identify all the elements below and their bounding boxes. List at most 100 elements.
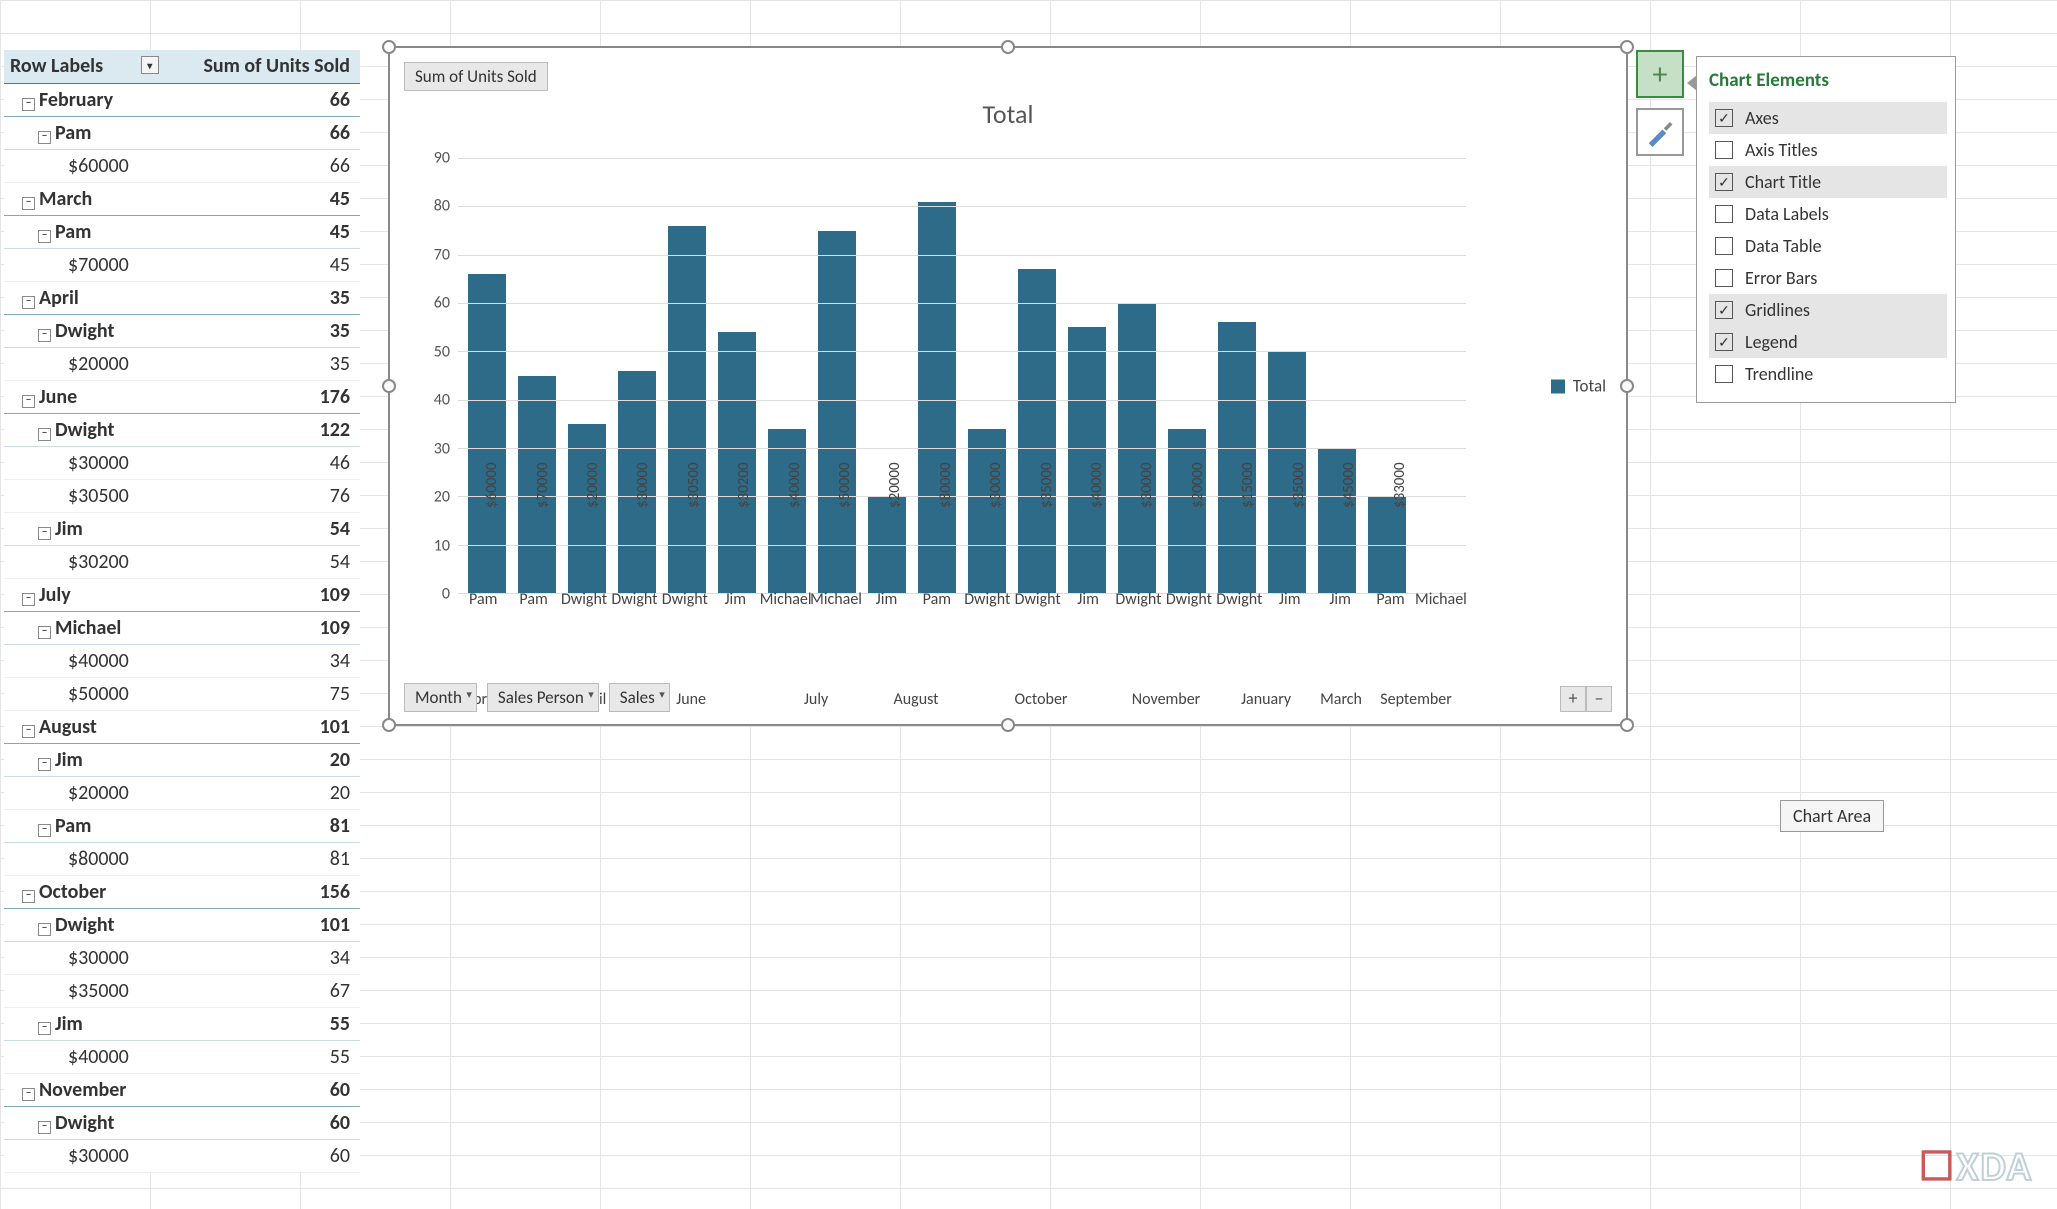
resize-handle[interactable] bbox=[1620, 718, 1634, 732]
collapse-icon[interactable]: – bbox=[22, 1088, 35, 1101]
pivot-row[interactable]: $4000034 bbox=[4, 644, 360, 677]
checkbox-icon[interactable] bbox=[1715, 237, 1733, 255]
collapse-icon[interactable]: – bbox=[22, 296, 35, 309]
pivot-row[interactable]: –November60 bbox=[4, 1073, 360, 1106]
pivot-row[interactable]: –October156 bbox=[4, 875, 360, 908]
pivot-label[interactable]: –Dwight bbox=[4, 1106, 163, 1139]
pivot-row[interactable]: –Dwight35 bbox=[4, 314, 360, 347]
pivot-row[interactable]: $3020054 bbox=[4, 545, 360, 578]
pivot-row[interactable]: –Jim20 bbox=[4, 743, 360, 776]
pivot-label[interactable]: –Jim bbox=[4, 512, 163, 545]
pivot-label[interactable]: –August bbox=[4, 710, 163, 743]
expand-button[interactable]: + bbox=[1560, 686, 1586, 712]
checkbox-icon[interactable] bbox=[1715, 141, 1733, 159]
chart-bar[interactable] bbox=[968, 429, 1006, 593]
pivot-row[interactable]: –Pam45 bbox=[4, 215, 360, 248]
pivot-label[interactable]: $40000 bbox=[4, 1040, 163, 1073]
pivot-chart[interactable]: Sum of Units Sold Total 0102030405060708… bbox=[388, 46, 1628, 726]
chart-bar[interactable] bbox=[1068, 327, 1106, 593]
resize-handle[interactable] bbox=[1001, 718, 1015, 732]
checkbox-icon[interactable]: ✓ bbox=[1715, 109, 1733, 127]
pivot-row[interactable]: –Michael109 bbox=[4, 611, 360, 644]
pivot-label[interactable]: $20000 bbox=[4, 347, 163, 380]
collapse-icon[interactable]: – bbox=[38, 428, 51, 441]
chart-element-option-chart-title[interactable]: ✓Chart Title bbox=[1709, 166, 1947, 198]
resize-handle[interactable] bbox=[382, 379, 396, 393]
resize-handle[interactable] bbox=[382, 718, 396, 732]
collapse-icon[interactable]: – bbox=[22, 395, 35, 408]
checkbox-icon[interactable]: ✓ bbox=[1715, 301, 1733, 319]
pivot-row[interactable]: –Jim55 bbox=[4, 1007, 360, 1040]
resize-handle[interactable] bbox=[382, 40, 396, 54]
collapse-icon[interactable]: – bbox=[38, 527, 51, 540]
pivot-row[interactable]: $3000034 bbox=[4, 941, 360, 974]
pivot-row[interactable]: $2000035 bbox=[4, 347, 360, 380]
pivot-row[interactable]: –Dwight122 bbox=[4, 413, 360, 446]
checkbox-icon[interactable] bbox=[1715, 205, 1733, 223]
pivot-label[interactable]: $70000 bbox=[4, 248, 163, 281]
field-button-month[interactable]: Month bbox=[404, 683, 477, 712]
pivot-label[interactable]: $20000 bbox=[4, 776, 163, 809]
chart-element-option-axis-titles[interactable]: Axis Titles bbox=[1709, 134, 1947, 166]
collapse-icon[interactable]: – bbox=[22, 98, 35, 111]
pivot-label[interactable]: –Michael bbox=[4, 611, 163, 644]
chart-element-option-gridlines[interactable]: ✓Gridlines bbox=[1709, 294, 1947, 326]
checkbox-icon[interactable] bbox=[1715, 365, 1733, 383]
dropdown-icon[interactable]: ▾ bbox=[141, 56, 159, 74]
chart-element-option-legend[interactable]: ✓Legend bbox=[1709, 326, 1947, 358]
collapse-icon[interactable]: – bbox=[38, 1022, 51, 1035]
collapse-icon[interactable]: – bbox=[38, 758, 51, 771]
pivot-label[interactable]: $30000 bbox=[4, 1139, 163, 1172]
pivot-row[interactable]: $6000066 bbox=[4, 149, 360, 182]
pivot-row[interactable]: $3000060 bbox=[4, 1139, 360, 1172]
plot-area[interactable]: 0102030405060708090 bbox=[410, 158, 1466, 594]
pivot-label[interactable]: –October bbox=[4, 875, 163, 908]
collapse-icon[interactable]: – bbox=[22, 890, 35, 903]
field-button-sales-person[interactable]: Sales Person bbox=[487, 683, 599, 712]
chart-element-option-axes[interactable]: ✓Axes bbox=[1709, 102, 1947, 134]
checkbox-icon[interactable]: ✓ bbox=[1715, 173, 1733, 191]
pivot-label[interactable]: $30000 bbox=[4, 941, 163, 974]
pivot-label[interactable]: –February bbox=[4, 83, 163, 116]
pivot-label[interactable]: $60000 bbox=[4, 149, 163, 182]
pivot-row[interactable]: –April35 bbox=[4, 281, 360, 314]
collapse-icon[interactable]: – bbox=[22, 593, 35, 606]
pivot-row[interactable]: –Dwight101 bbox=[4, 908, 360, 941]
pivot-label[interactable]: –Dwight bbox=[4, 413, 163, 446]
collapse-icon[interactable]: – bbox=[38, 1121, 51, 1134]
chart-title[interactable]: Total bbox=[390, 98, 1626, 130]
chart-styles-button[interactable] bbox=[1636, 108, 1684, 156]
pivot-header-rowlabels[interactable]: Row Labels ▾ bbox=[4, 50, 163, 83]
chart-bar[interactable] bbox=[668, 226, 706, 593]
pivot-row[interactable]: $3000046 bbox=[4, 446, 360, 479]
pivot-label[interactable]: $30500 bbox=[4, 479, 163, 512]
pivot-row[interactable]: $3500067 bbox=[4, 974, 360, 1007]
chart-elements-flyout[interactable]: Chart Elements ✓AxesAxis Titles✓Chart Ti… bbox=[1696, 56, 1956, 403]
chart-value-field-tag[interactable]: Sum of Units Sold bbox=[404, 62, 548, 91]
pivot-row[interactable]: $8000081 bbox=[4, 842, 360, 875]
pivot-row[interactable]: $5000075 bbox=[4, 677, 360, 710]
collapse-icon[interactable]: – bbox=[22, 725, 35, 738]
chart-element-option-error-bars[interactable]: Error Bars bbox=[1709, 262, 1947, 294]
resize-handle[interactable] bbox=[1001, 40, 1015, 54]
pivot-row[interactable]: –July109 bbox=[4, 578, 360, 611]
pivot-row[interactable]: $7000045 bbox=[4, 248, 360, 281]
pivot-label[interactable]: –Dwight bbox=[4, 908, 163, 941]
pivot-row[interactable]: –Pam81 bbox=[4, 809, 360, 842]
pivot-label[interactable]: –March bbox=[4, 182, 163, 215]
pivot-label[interactable]: $30200 bbox=[4, 545, 163, 578]
chart-element-option-data-labels[interactable]: Data Labels bbox=[1709, 198, 1947, 230]
pivot-row[interactable]: –March45 bbox=[4, 182, 360, 215]
pivot-label[interactable]: $40000 bbox=[4, 644, 163, 677]
collapse-icon[interactable]: – bbox=[38, 824, 51, 837]
chart-legend[interactable]: Total bbox=[1551, 376, 1606, 397]
chart-element-option-trendline[interactable]: Trendline bbox=[1709, 358, 1947, 390]
pivot-row[interactable]: –June176 bbox=[4, 380, 360, 413]
field-button-sales[interactable]: Sales bbox=[609, 683, 670, 712]
pivot-row[interactable]: –August101 bbox=[4, 710, 360, 743]
pivot-row[interactable]: –Dwight60 bbox=[4, 1106, 360, 1139]
collapse-icon[interactable]: – bbox=[38, 230, 51, 243]
pivot-label[interactable]: $30000 bbox=[4, 446, 163, 479]
pivot-label[interactable]: –Pam bbox=[4, 116, 163, 149]
collapse-icon[interactable]: – bbox=[38, 131, 51, 144]
